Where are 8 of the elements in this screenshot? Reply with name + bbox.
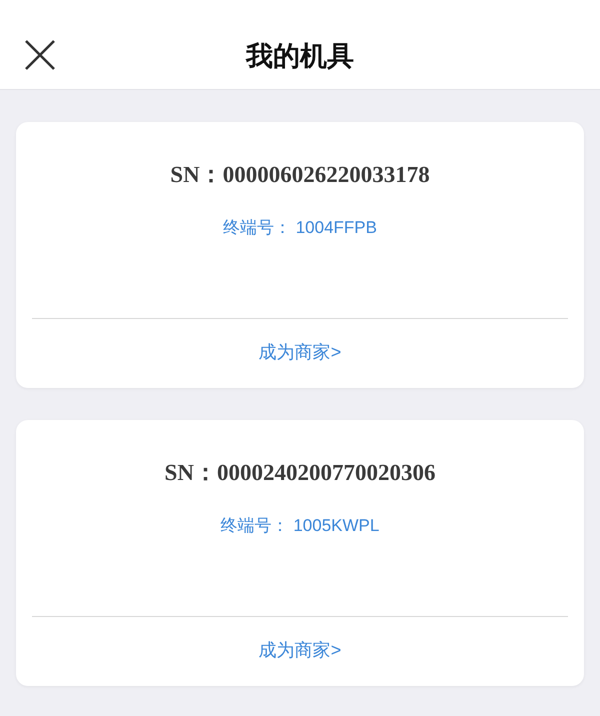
terminal-number: 终端号： 1004FFPB bbox=[223, 218, 377, 236]
serial-number: SN：0000240200770020306 bbox=[164, 460, 436, 485]
close-icon[interactable] bbox=[22, 38, 58, 72]
terminal-number: 终端号： 1005KWPL bbox=[220, 516, 380, 534]
become-merchant-link[interactable]: 成为商家> bbox=[258, 637, 342, 664]
serial-number: SN：000006026220033178 bbox=[170, 162, 430, 187]
become-merchant-link[interactable]: 成为商家> bbox=[258, 339, 342, 366]
page-title: 我的机具 bbox=[246, 41, 354, 71]
